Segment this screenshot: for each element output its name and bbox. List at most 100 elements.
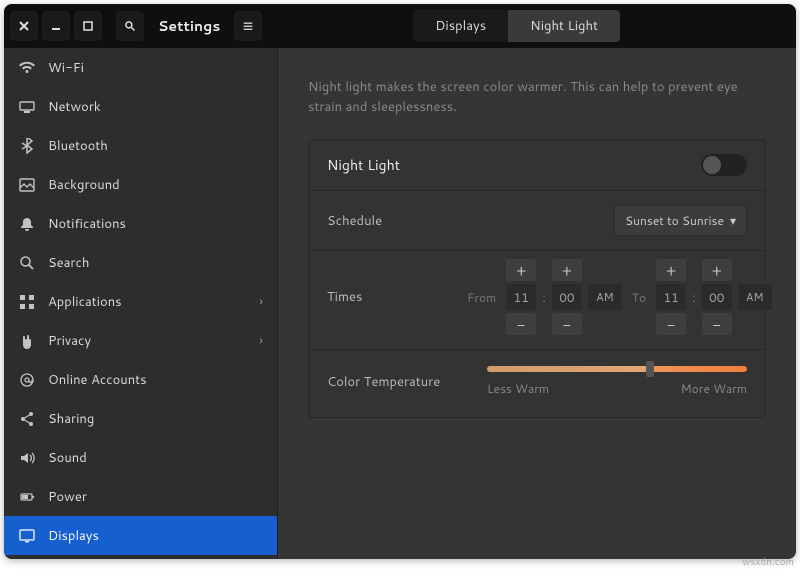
watermark: wsxdn.com xyxy=(742,555,794,569)
from-time-group: + 11 − : + 00 − AM xyxy=(506,259,622,335)
to-time-group: + 11 − : + 00 − AM xyxy=(656,259,772,335)
sidebar-item-network[interactable]: Network xyxy=(4,87,277,126)
from-label: From xyxy=(467,289,496,306)
chevron-right-icon: › xyxy=(259,293,263,311)
to-hour-value[interactable]: 11 xyxy=(656,284,686,310)
time-separator: : xyxy=(692,287,696,307)
sidebar-item-label: Bluetooth xyxy=(48,137,263,155)
sidebar-item-power[interactable]: Power xyxy=(4,477,277,516)
color-temperature-slider[interactable] xyxy=(487,366,747,372)
sidebar-item-label: Sound xyxy=(48,449,263,467)
schedule-dropdown[interactable]: Sunset to Sunrise ▾ xyxy=(614,205,747,236)
sidebar-item-mouse-touchpad[interactable]: Mouse & Touchpad xyxy=(4,555,277,559)
sidebar-item-online-accounts[interactable]: Online Accounts xyxy=(4,360,277,399)
to-hour-stepper: + 11 − xyxy=(656,259,686,335)
sidebar-item-search[interactable]: Search xyxy=(4,243,277,282)
time-separator: : xyxy=(542,287,546,307)
sound-icon xyxy=(18,450,36,466)
from-hour-value[interactable]: 11 xyxy=(506,284,536,310)
sidebar-item-privacy[interactable]: Privacy › xyxy=(4,321,277,360)
sidebar-item-sound[interactable]: Sound xyxy=(4,438,277,477)
sidebar-item-label: Background xyxy=(48,176,263,194)
background-icon xyxy=(18,177,36,193)
sidebar-item-applications[interactable]: Applications › xyxy=(4,282,277,321)
night-light-title: Night Light xyxy=(327,155,467,175)
window-title: Settings xyxy=(158,16,220,36)
sidebar-item-wifi[interactable]: Wi-Fi xyxy=(4,48,277,87)
sidebar-item-label: Applications xyxy=(48,293,247,311)
minimize-button[interactable] xyxy=(42,11,70,41)
chevron-down-icon: ▾ xyxy=(730,212,736,229)
more-warm-label: More Warm xyxy=(681,380,747,397)
from-hour-plus[interactable]: + xyxy=(506,259,536,281)
sidebar-item-displays[interactable]: Displays xyxy=(4,516,277,555)
network-icon xyxy=(18,99,36,115)
wifi-icon xyxy=(18,60,36,76)
slider-track-left xyxy=(487,366,648,372)
sidebar-item-sharing[interactable]: Sharing xyxy=(4,399,277,438)
night-light-switch[interactable] xyxy=(701,154,747,176)
times-row: Times From + 11 − : + 00 xyxy=(309,251,765,350)
tab-night-light[interactable]: Night Light xyxy=(508,10,620,42)
schedule-label: Schedule xyxy=(327,212,467,230)
slider-track-right xyxy=(648,366,747,372)
to-minute-plus[interactable]: + xyxy=(702,259,732,281)
tab-switcher: Displays Night Light xyxy=(413,10,620,42)
to-ampm[interactable]: AM xyxy=(738,284,772,310)
sidebar-item-background[interactable]: Background xyxy=(4,165,277,204)
titlebar: Settings Displays Night Light xyxy=(4,4,796,48)
to-minute-value[interactable]: 00 xyxy=(702,284,732,310)
menu-button[interactable] xyxy=(234,11,262,41)
at-icon xyxy=(18,372,36,388)
sidebar-item-bluetooth[interactable]: Bluetooth xyxy=(4,126,277,165)
maximize-button[interactable] xyxy=(74,11,102,41)
to-hour-minus[interactable]: − xyxy=(656,313,686,335)
to-label: To xyxy=(632,289,646,306)
sidebar-item-label: Search xyxy=(48,254,263,272)
apps-icon xyxy=(18,294,36,310)
to-minute-stepper: + 00 − xyxy=(702,259,732,335)
share-icon xyxy=(18,411,36,427)
tab-displays[interactable]: Displays xyxy=(413,10,508,42)
from-minute-minus[interactable]: − xyxy=(552,313,582,335)
from-ampm[interactable]: AM xyxy=(588,284,622,310)
from-minute-plus[interactable]: + xyxy=(552,259,582,281)
close-button[interactable] xyxy=(10,11,38,41)
from-hour-minus[interactable]: − xyxy=(506,313,536,335)
content-area: Night light makes the screen color warme… xyxy=(278,48,796,559)
sidebar-item-label: Sharing xyxy=(48,410,263,428)
to-hour-plus[interactable]: + xyxy=(656,259,686,281)
search-button[interactable] xyxy=(116,11,144,41)
bluetooth-icon xyxy=(18,138,36,154)
bell-icon xyxy=(18,216,36,232)
slider-labels: Less Warm More Warm xyxy=(487,380,747,397)
hand-icon xyxy=(18,333,36,349)
from-minute-value[interactable]: 00 xyxy=(552,284,582,310)
schedule-value: Sunset to Sunrise xyxy=(625,212,724,229)
color-temperature-row: Color Temperature Less Warm More Warm xyxy=(309,350,765,417)
night-light-panel: Night Light Schedule Sunset to Sunrise ▾ xyxy=(308,139,766,418)
night-light-toggle-row: Night Light xyxy=(309,140,765,191)
settings-window: Settings Displays Night Light Wi-Fi Netw… xyxy=(4,4,796,559)
slider-thumb[interactable] xyxy=(646,361,654,377)
from-minute-stepper: + 00 − xyxy=(552,259,582,335)
search-icon xyxy=(18,255,36,271)
schedule-row: Schedule Sunset to Sunrise ▾ xyxy=(309,191,765,251)
display-icon xyxy=(18,528,36,544)
sidebar: Wi-Fi Network Bluetooth Background Notif… xyxy=(4,48,278,559)
chevron-right-icon: › xyxy=(259,332,263,350)
to-minute-minus[interactable]: − xyxy=(702,313,732,335)
power-icon xyxy=(18,489,36,505)
times-label: Times xyxy=(327,288,467,306)
sidebar-item-label: Privacy xyxy=(48,332,247,350)
sidebar-item-label: Notifications xyxy=(48,215,263,233)
from-hour-stepper: + 11 − xyxy=(506,259,536,335)
less-warm-label: Less Warm xyxy=(487,380,549,397)
color-temperature-label: Color Temperature xyxy=(327,373,467,391)
sidebar-item-label: Network xyxy=(48,98,263,116)
sidebar-item-label: Power xyxy=(48,488,263,506)
sidebar-item-notifications[interactable]: Notifications xyxy=(4,204,277,243)
sidebar-item-label: Online Accounts xyxy=(48,371,263,389)
sidebar-item-label: Wi-Fi xyxy=(48,59,263,77)
sidebar-item-label: Displays xyxy=(48,527,263,545)
